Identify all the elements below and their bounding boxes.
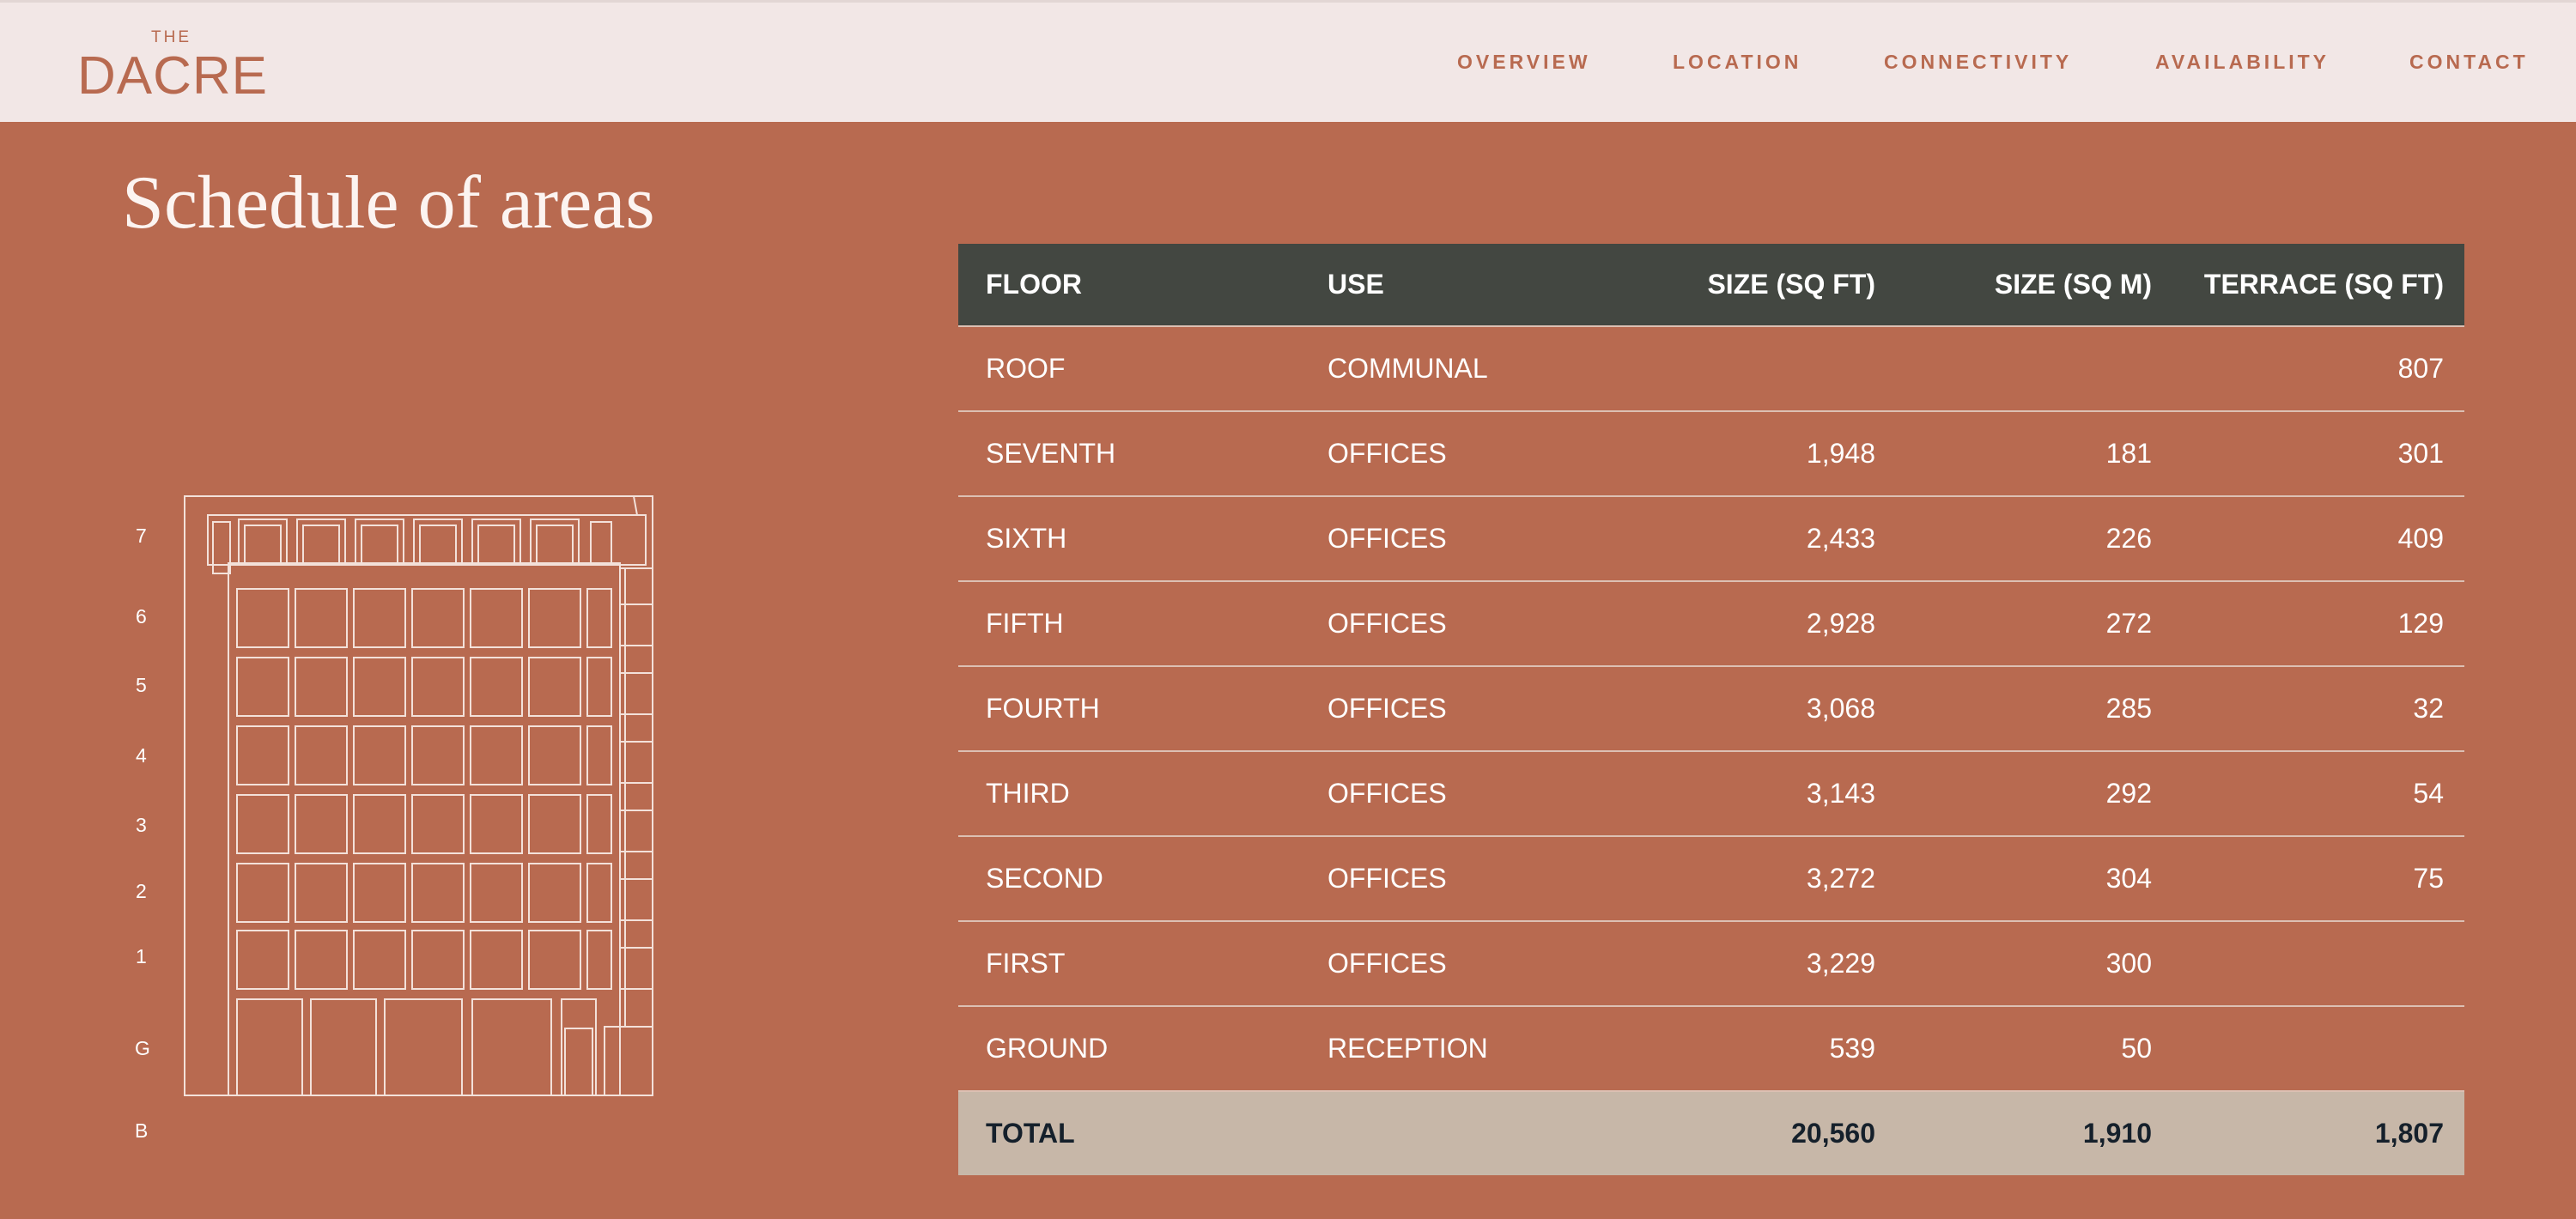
column-header-size-sqft: SIZE (SQ FT) <box>1609 244 1896 326</box>
page-title: Schedule of areas <box>122 161 655 245</box>
cell-floor: SECOND <box>958 836 1300 922</box>
cell-terrace: 301 <box>2172 411 2464 497</box>
cell-size-sqft: 2,928 <box>1609 581 1896 667</box>
table-total-row: TOTAL 20,560 1,910 1,807 <box>958 1091 2464 1175</box>
cell-floor: ROOF <box>958 325 1300 412</box>
cell-size-sqft: 3,229 <box>1609 921 1896 1007</box>
cell-terrace: 54 <box>2172 751 2464 837</box>
building-outline <box>184 495 653 1096</box>
cell-use: OFFICES <box>1300 666 1609 752</box>
cell-terrace <box>2172 921 2464 1007</box>
floor-label-5: 5 <box>136 674 147 696</box>
cell-floor: FOURTH <box>958 666 1300 752</box>
cell-terrace: 409 <box>2172 496 2464 582</box>
cell-size-sqm: 50 <box>1896 1006 2172 1092</box>
cell-size-sqft: 1,948 <box>1609 411 1896 497</box>
cell-terrace: 129 <box>2172 581 2464 667</box>
cell-terrace: 807 <box>2172 325 2464 412</box>
ground-floor-shopfront <box>236 998 653 1096</box>
cell-use: COMMUNAL <box>1300 325 1609 412</box>
cell-size-sqft: 539 <box>1609 1006 1896 1092</box>
window-grid <box>236 588 612 990</box>
table-row: FOURTH OFFICES 3,068 285 32 <box>958 666 2464 752</box>
cell-terrace: 75 <box>2172 836 2464 922</box>
nav-location[interactable]: LOCATION <box>1673 51 1801 74</box>
cell-floor: THIRD <box>958 751 1300 837</box>
cell-floor: FIFTH <box>958 581 1300 667</box>
total-size-sqft: 20,560 <box>1609 1091 1896 1175</box>
building-elevation-drawing: 7 6 5 4 3 2 1 G B <box>135 495 653 1142</box>
floor-label-2: 2 <box>136 880 147 902</box>
cell-size-sqft: 3,068 <box>1609 666 1896 752</box>
cell-use: OFFICES <box>1300 921 1609 1007</box>
table-row: SECOND OFFICES 3,272 304 75 <box>958 836 2464 922</box>
total-size-sqm: 1,910 <box>1896 1091 2172 1175</box>
cell-size-sqm: 304 <box>1896 836 2172 922</box>
total-terrace: 1,807 <box>2172 1091 2464 1175</box>
total-use <box>1300 1091 1609 1175</box>
table-row: FIRST OFFICES 3,229 300 <box>958 921 2464 1007</box>
cell-use: OFFICES <box>1300 836 1609 922</box>
floor-label-4: 4 <box>136 744 147 767</box>
cell-floor: FIRST <box>958 921 1300 1007</box>
column-header-terrace: TERRACE (SQ FT) <box>2172 244 2464 326</box>
floor-label-b: B <box>135 1119 148 1142</box>
cell-terrace: 32 <box>2172 666 2464 752</box>
cell-size-sqm: 181 <box>1896 411 2172 497</box>
cell-size-sqm <box>1896 325 2172 412</box>
logo-prefix[interactable]: THE <box>151 28 191 47</box>
table-header-row: FLOOR USE SIZE (SQ FT) SIZE (SQ M) TERRA… <box>958 244 2464 326</box>
table-row: SIXTH OFFICES 2,433 226 409 <box>958 496 2464 582</box>
floor-label-7: 7 <box>136 525 147 547</box>
nav-availability[interactable]: AVAILABILITY <box>2155 51 2330 74</box>
cell-floor: SIXTH <box>958 496 1300 582</box>
cell-terrace <box>2172 1006 2464 1092</box>
total-label: TOTAL <box>958 1091 1300 1175</box>
cell-size-sqft <box>1609 325 1896 412</box>
nav-connectivity[interactable]: CONNECTIVITY <box>1884 51 2072 74</box>
table-row: THIRD OFFICES 3,143 292 54 <box>958 751 2464 837</box>
floor-label-1: 1 <box>136 945 147 967</box>
cell-use: OFFICES <box>1300 751 1609 837</box>
table-row: ROOF COMMUNAL 807 <box>958 325 2464 412</box>
cell-size-sqm: 272 <box>1896 581 2172 667</box>
column-header-floor: FLOOR <box>958 244 1300 326</box>
cell-use: OFFICES <box>1300 581 1609 667</box>
cell-use: OFFICES <box>1300 411 1609 497</box>
cell-size-sqm: 226 <box>1896 496 2172 582</box>
floor-label-6: 6 <box>136 605 147 628</box>
logo[interactable]: DACRE <box>77 45 268 106</box>
floor-label-3: 3 <box>136 814 147 836</box>
cell-floor: GROUND <box>958 1006 1300 1092</box>
cell-floor: SEVENTH <box>958 411 1300 497</box>
cell-size-sqm: 292 <box>1896 751 2172 837</box>
cell-size-sqft: 2,433 <box>1609 496 1896 582</box>
cell-size-sqft: 3,143 <box>1609 751 1896 837</box>
cell-size-sqm: 285 <box>1896 666 2172 752</box>
schedule-of-areas-table: FLOOR USE SIZE (SQ FT) SIZE (SQ M) TERRA… <box>958 244 2464 1175</box>
column-header-size-sqm: SIZE (SQ M) <box>1896 244 2172 326</box>
floor-labels: 7 6 5 4 3 2 1 G B <box>135 525 150 1142</box>
nav-contact[interactable]: CONTACT <box>2409 51 2529 74</box>
cell-use: OFFICES <box>1300 496 1609 582</box>
cell-size-sqft: 3,272 <box>1609 836 1896 922</box>
floor-label-g: G <box>135 1037 150 1059</box>
table-row: GROUND RECEPTION 539 50 <box>958 1006 2464 1092</box>
column-header-use: USE <box>1300 244 1609 326</box>
cell-size-sqm: 300 <box>1896 921 2172 1007</box>
top-navigation-bar: THE DACRE OVERVIEW LOCATION CONNECTIVITY… <box>0 0 2576 122</box>
table-row: SEVENTH OFFICES 1,948 181 301 <box>958 411 2464 497</box>
table-row: FIFTH OFFICES 2,928 272 129 <box>958 581 2464 667</box>
cell-use: RECEPTION <box>1300 1006 1609 1092</box>
nav-overview[interactable]: OVERVIEW <box>1457 51 1591 74</box>
